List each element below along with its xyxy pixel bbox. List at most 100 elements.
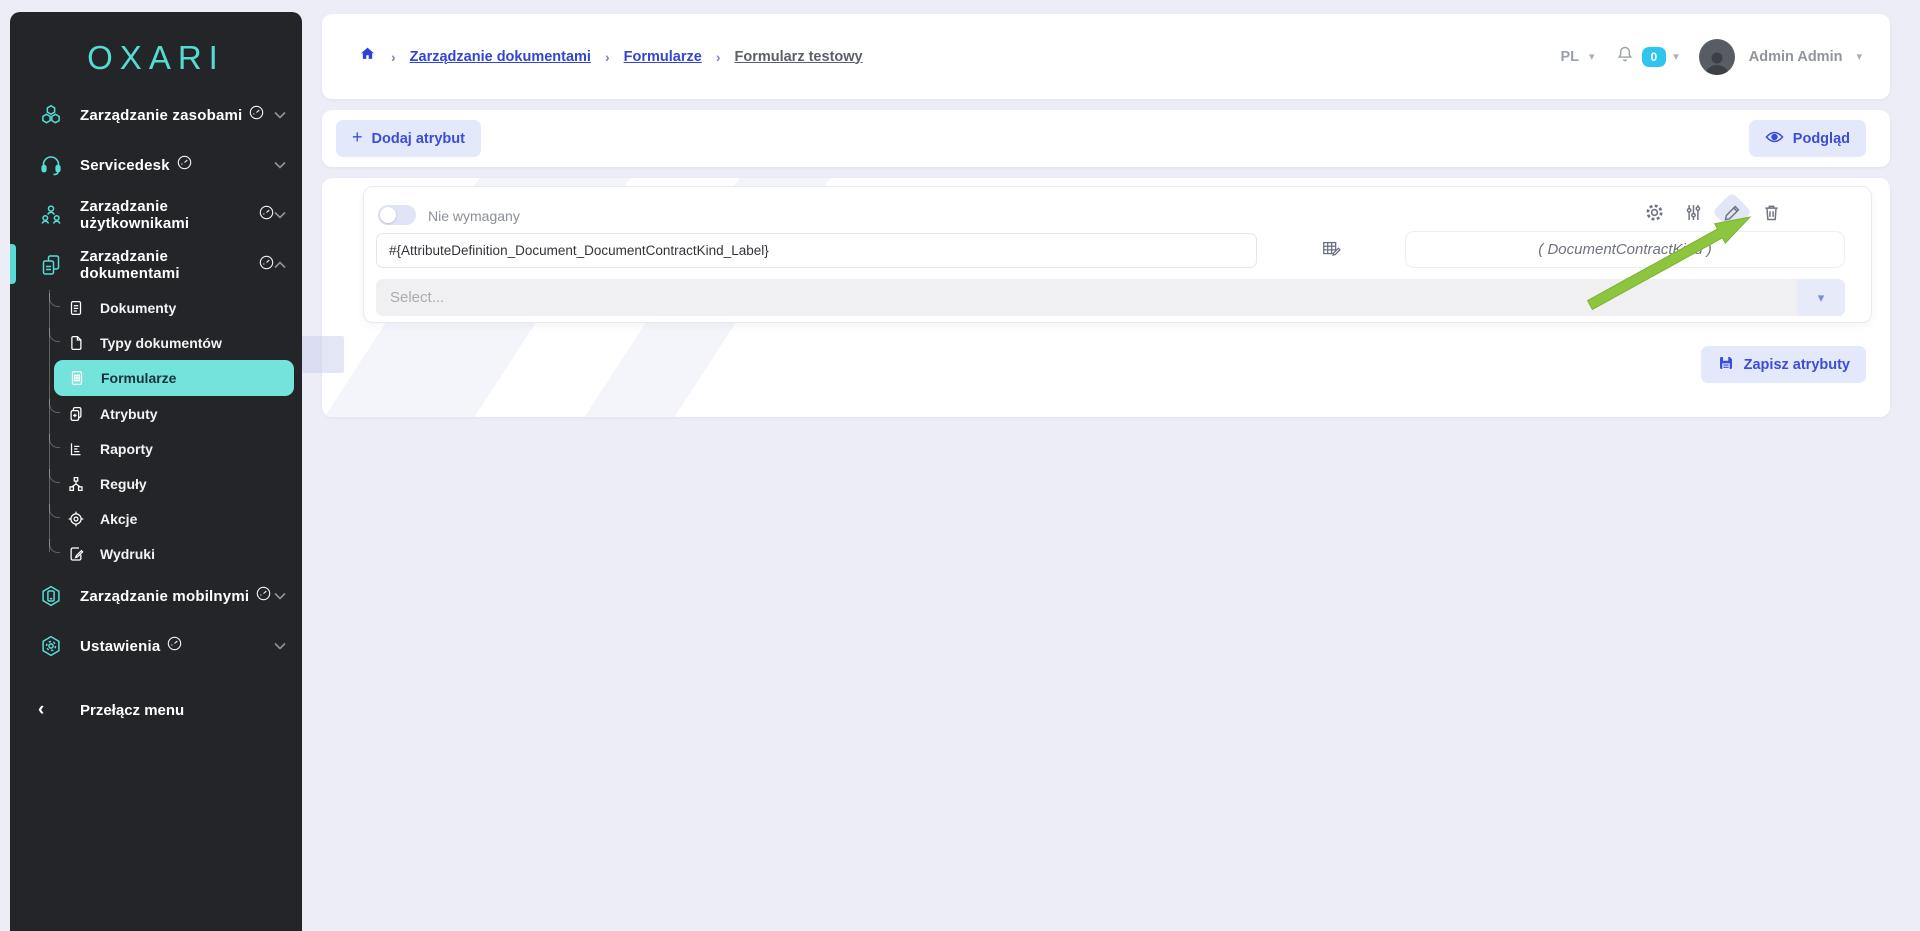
sidebar-item-wydruki[interactable]: Wydruki [10, 536, 302, 571]
sidebar-item-label: Zarządzanie zasobami [80, 107, 242, 124]
avatar[interactable] [1699, 39, 1735, 75]
adjustments-sliders-icon[interactable] [1681, 200, 1705, 224]
collapse-menu-label: Przełącz menu [80, 702, 184, 719]
chevron-down-icon [274, 156, 286, 174]
sidebar-item-label: Dokumenty [100, 300, 176, 316]
form-icon [67, 368, 87, 388]
bell-icon [1615, 44, 1635, 69]
select-placeholder: Select... [376, 289, 444, 306]
target-icon [66, 509, 86, 529]
sidebar-item-label: Reguły [100, 476, 147, 492]
chevron-down-icon: ▾ [1673, 50, 1679, 63]
attribute-actions [1642, 200, 1783, 224]
gauge-icon [259, 255, 274, 275]
gauge-icon [177, 155, 192, 175]
sidebar-item-label: Typy dokumentów [100, 335, 222, 351]
plus-icon: + [352, 127, 363, 148]
chevron-down-icon[interactable]: ▾ [1589, 50, 1595, 63]
sidebar-item-servicedesk[interactable]: Servicedesk [10, 140, 302, 190]
report-icon [66, 439, 86, 459]
actions-toolbar: + Dodaj atrybut Podgląd [322, 110, 1890, 167]
value-select[interactable]: Select... ▾ [376, 279, 1845, 316]
file-icon [66, 333, 86, 353]
sidebar-item-ustawienia[interactable]: Ustawienia [10, 621, 302, 671]
notification-count-badge: 0 [1642, 47, 1667, 67]
sidebar-item-label: Raporty [100, 441, 153, 457]
header-controls: PL ▾ 0 ▾ Admin Admin ▾ [1560, 39, 1862, 75]
attribute-add-icon [66, 404, 86, 424]
form-builder-panel: Nie wymagany [322, 178, 1890, 417]
chevron-down-icon [274, 106, 286, 124]
sidebar-item-zarzadzanie-uzytkownikami[interactable]: Zarządzanie użytkownikami [10, 190, 302, 240]
sidebar-item-label: Wydruki [100, 546, 155, 562]
delete-trash-icon[interactable] [1759, 200, 1783, 224]
sidebar-item-formularze[interactable]: Formularze [54, 360, 294, 396]
sidebar-item-atrybuty[interactable]: Atrybuty [10, 396, 302, 431]
preview-button[interactable]: Podgląd [1749, 120, 1866, 157]
save-attributes-button[interactable]: Zapisz atrybuty [1701, 346, 1866, 383]
sidebar-item-akcje[interactable]: Akcje [10, 501, 302, 536]
add-attribute-button[interactable]: + Dodaj atrybut [336, 120, 481, 157]
attribute-code-field: ( DocumentContractKind ) [1405, 231, 1845, 268]
required-toggle-label: Nie wymagany [428, 208, 520, 224]
chevron-down-icon[interactable]: ▾ [1856, 50, 1862, 63]
edit-pencil-icon[interactable] [1720, 200, 1744, 224]
collapse-menu-button[interactable]: ‹ Przełącz menu [10, 685, 302, 735]
users-icon [38, 202, 64, 228]
chevron-down-icon [274, 637, 286, 655]
sidebar-item-zarzadzanie-zasobami[interactable]: Zarządzanie zasobami [10, 90, 302, 140]
language-selector[interactable]: PL [1560, 49, 1579, 65]
gauge-icon [259, 205, 274, 225]
table-edit-icon[interactable] [1321, 238, 1343, 265]
required-toggle[interactable] [378, 205, 416, 225]
sidebar-item-typy-dokumentow[interactable]: Typy dokumentów [10, 325, 302, 360]
decorative-square [302, 336, 344, 373]
sidebar-item-label: Akcje [100, 511, 137, 527]
headset-icon [38, 152, 64, 178]
sidebar-item-label: Zarządzanie użytkownikami [80, 198, 252, 232]
chevron-down-icon [274, 587, 286, 605]
print-edit-icon [66, 544, 86, 564]
sidebar-item-label: Zarządzanie mobilnymi [80, 588, 249, 605]
sidebar-item-label: Ustawienia [80, 638, 160, 655]
user-menu[interactable]: Admin Admin [1749, 49, 1843, 65]
document-icon [66, 298, 86, 318]
breadcrumb-link-zarzadzanie-dokumentami[interactable]: Zarządzanie dokumentami [410, 49, 591, 65]
chevron-down-icon [274, 206, 286, 224]
sidebar-item-label: Servicedesk [80, 157, 170, 174]
sidebar-item-label: Formularze [101, 370, 176, 386]
breadcrumb-separator: › [391, 49, 396, 65]
sidebar-item-label: Zarządzanie dokumentami [80, 248, 252, 282]
chevron-left-icon: ‹ [38, 699, 64, 721]
sidebar-item-zarzadzanie-mobilnymi[interactable]: Zarządzanie mobilnymi [10, 571, 302, 621]
mobile-shield-icon [38, 583, 64, 609]
top-bar: › Zarządzanie dokumentami › Formularze ›… [322, 14, 1890, 99]
sidebar-item-raporty[interactable]: Raporty [10, 431, 302, 466]
documents-icon [38, 252, 64, 278]
sidebar-item-dokumenty[interactable]: Dokumenty [10, 290, 302, 325]
sidebar-item-zarzadzanie-dokumentami[interactable]: Zarządzanie dokumentami [10, 240, 302, 290]
breadcrumb-current-page: Formularz testowy [734, 49, 862, 65]
select-caret-icon[interactable]: ▾ [1797, 279, 1845, 316]
rules-network-icon [66, 474, 86, 494]
gauge-icon [249, 105, 264, 125]
sidebar-item-label: Atrybuty [100, 406, 158, 422]
documents-submenu: Dokumenty Typy dokumentów Formularze [10, 290, 302, 571]
attribute-label-input[interactable] [376, 233, 1257, 268]
home-icon[interactable] [358, 45, 377, 68]
breadcrumb: › Zarządzanie dokumentami › Formularze ›… [358, 45, 863, 68]
gauge-icon [256, 586, 271, 606]
gauge-icon [167, 636, 182, 656]
settings-hexagon-icon [38, 633, 64, 659]
hexagon-cluster-icon [38, 102, 64, 128]
settings-gear-icon[interactable] [1642, 200, 1666, 224]
breadcrumb-link-formularze[interactable]: Formularze [624, 49, 702, 65]
breadcrumb-separator: › [716, 49, 721, 65]
eye-icon [1765, 130, 1784, 148]
sidebar-item-reguly[interactable]: Reguły [10, 466, 302, 501]
attribute-card: Nie wymagany [363, 186, 1872, 323]
app-logo: OXARI [10, 26, 302, 90]
save-floppy-icon [1717, 354, 1735, 376]
notifications[interactable]: 0 ▾ [1615, 44, 1679, 69]
chevron-up-icon [274, 256, 286, 274]
